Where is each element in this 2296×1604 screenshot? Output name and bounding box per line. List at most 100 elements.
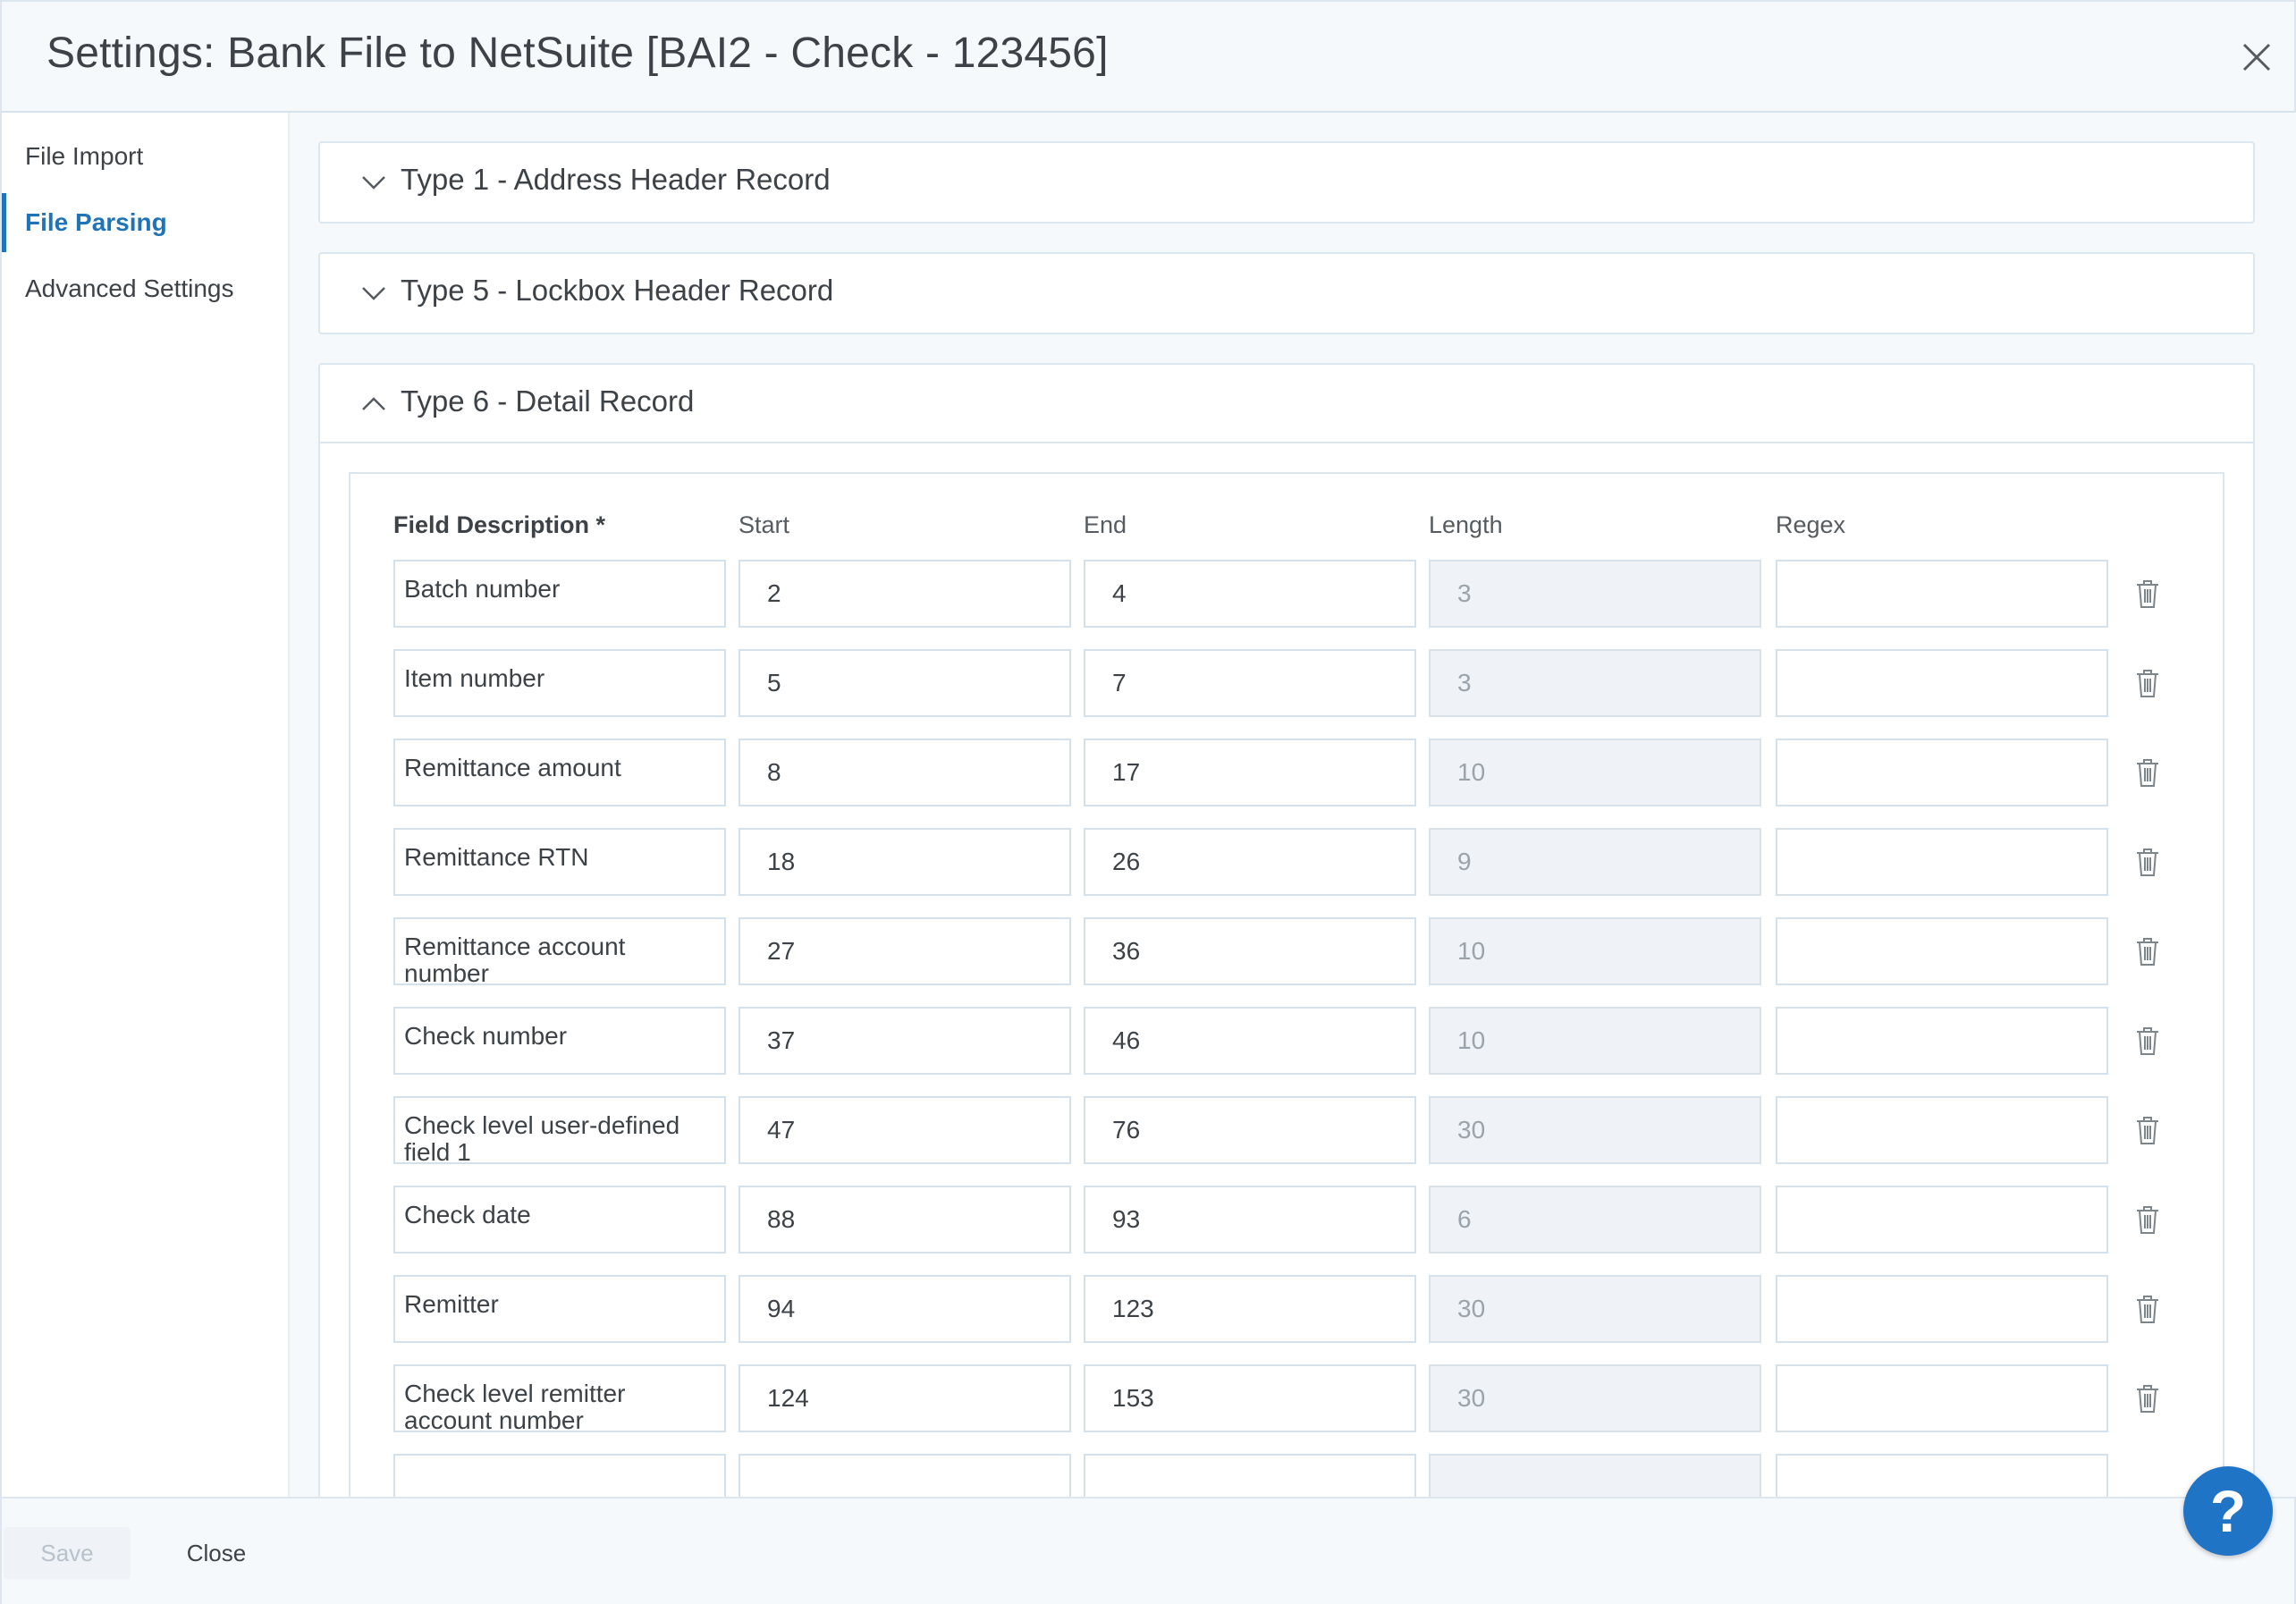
column-header-end: End bbox=[1084, 511, 1127, 538]
end-input[interactable] bbox=[1084, 1454, 1416, 1497]
panel-title: Type 1 - Address Header Record bbox=[401, 163, 831, 196]
start-input[interactable]: 47 bbox=[739, 1096, 1071, 1164]
end-input[interactable]: 17 bbox=[1084, 739, 1416, 806]
panel-title: Type 5 - Lockbox Header Record bbox=[401, 274, 834, 307]
start-input[interactable] bbox=[739, 1454, 1071, 1497]
regex-input[interactable] bbox=[1776, 739, 2108, 806]
start-input[interactable]: 18 bbox=[739, 828, 1071, 896]
regex-input[interactable] bbox=[1776, 1454, 2108, 1497]
chevron-down-icon bbox=[356, 275, 392, 311]
regex-input[interactable] bbox=[1776, 1096, 2108, 1164]
start-input[interactable]: 5 bbox=[739, 649, 1071, 717]
trash-icon[interactable] bbox=[2130, 755, 2165, 790]
panel-header-type-5[interactable]: Type 5 - Lockbox Header Record bbox=[320, 254, 2253, 333]
table-row: Item number 5 7 3 bbox=[350, 649, 2223, 717]
field-description-input[interactable]: Batch number bbox=[393, 560, 726, 628]
regex-input[interactable] bbox=[1776, 649, 2108, 717]
trash-icon[interactable] bbox=[2130, 665, 2165, 701]
panel-type-6: Type 6 - Detail Record Field Description… bbox=[318, 363, 2255, 1497]
table-row: Remittance account number 27 36 10 bbox=[350, 917, 2223, 985]
start-input[interactable]: 124 bbox=[739, 1364, 1071, 1432]
end-input[interactable]: 26 bbox=[1084, 828, 1416, 896]
length-field: 30 bbox=[1429, 1364, 1761, 1432]
length-field bbox=[1429, 1454, 1761, 1497]
regex-input[interactable] bbox=[1776, 917, 2108, 985]
trash-icon[interactable] bbox=[2130, 1202, 2165, 1237]
close-icon[interactable] bbox=[2233, 34, 2280, 80]
field-description-input[interactable]: Check level user-defined field 1 bbox=[393, 1096, 726, 1164]
length-field: 10 bbox=[1429, 1007, 1761, 1075]
field-description-input[interactable]: Remittance amount bbox=[393, 739, 726, 806]
regex-input[interactable] bbox=[1776, 828, 2108, 896]
start-input[interactable]: 8 bbox=[739, 739, 1071, 806]
column-header-description: Field Description * bbox=[393, 511, 606, 538]
start-input[interactable]: 94 bbox=[739, 1275, 1071, 1343]
end-input[interactable]: 153 bbox=[1084, 1364, 1416, 1432]
trash-icon[interactable] bbox=[2130, 1380, 2165, 1416]
trash-icon[interactable] bbox=[2130, 1023, 2165, 1059]
regex-input[interactable] bbox=[1776, 560, 2108, 628]
end-input[interactable]: 4 bbox=[1084, 560, 1416, 628]
end-input[interactable]: 46 bbox=[1084, 1007, 1416, 1075]
trash-icon[interactable] bbox=[2130, 933, 2165, 969]
field-table: Field Description * Start End Length Reg… bbox=[349, 472, 2224, 1497]
start-input[interactable]: 27 bbox=[739, 917, 1071, 985]
start-input[interactable]: 88 bbox=[739, 1186, 1071, 1254]
help-button[interactable]: ? bbox=[2183, 1466, 2273, 1556]
panel-type-1: Type 1 - Address Header Record bbox=[318, 141, 2255, 224]
field-description-input[interactable]: Check date bbox=[393, 1186, 726, 1254]
column-header-length: Length bbox=[1429, 511, 1503, 538]
field-description-input[interactable] bbox=[393, 1454, 726, 1497]
end-input[interactable]: 123 bbox=[1084, 1275, 1416, 1343]
column-header-regex: Regex bbox=[1776, 511, 1846, 538]
regex-input[interactable] bbox=[1776, 1007, 2108, 1075]
table-row: Check level user-defined field 1 47 76 30 bbox=[350, 1096, 2223, 1164]
trash-icon[interactable] bbox=[2130, 844, 2165, 880]
settings-modal: Settings: Bank File to NetSuite [BAI2 - … bbox=[0, 0, 2296, 1604]
sidebar-item-file-parsing[interactable]: File Parsing bbox=[2, 193, 288, 252]
table-row: Check number 37 46 10 bbox=[350, 1007, 2223, 1075]
end-input[interactable]: 7 bbox=[1084, 649, 1416, 717]
sidebar-item-advanced-settings[interactable]: Advanced Settings bbox=[2, 259, 288, 318]
save-button[interactable]: Save bbox=[4, 1527, 131, 1579]
end-input[interactable]: 76 bbox=[1084, 1096, 1416, 1164]
modal-header: Settings: Bank File to NetSuite [BAI2 - … bbox=[2, 2, 2294, 113]
length-field: 9 bbox=[1429, 828, 1761, 896]
length-field: 6 bbox=[1429, 1186, 1761, 1254]
regex-input[interactable] bbox=[1776, 1275, 2108, 1343]
length-field: 3 bbox=[1429, 560, 1761, 628]
regex-input[interactable] bbox=[1776, 1186, 2108, 1254]
chevron-up-icon bbox=[356, 386, 392, 422]
field-description-input[interactable]: Check number bbox=[393, 1007, 726, 1075]
modal-footer: Save Close bbox=[2, 1497, 2294, 1604]
field-description-input[interactable]: Item number bbox=[393, 649, 726, 717]
length-field: 30 bbox=[1429, 1096, 1761, 1164]
length-field: 10 bbox=[1429, 739, 1761, 806]
panel-header-type-1[interactable]: Type 1 - Address Header Record bbox=[320, 143, 2253, 222]
column-header-start: Start bbox=[739, 511, 790, 538]
sidebar-item-file-import[interactable]: File Import bbox=[2, 127, 288, 186]
field-description-input[interactable]: Remittance account number bbox=[393, 917, 726, 985]
settings-content: Type 1 - Address Header Record Type 5 - … bbox=[290, 113, 2296, 1497]
close-button[interactable]: Close bbox=[161, 1527, 272, 1579]
table-row: Check date 88 93 6 bbox=[350, 1186, 2223, 1254]
panel-title: Type 6 - Detail Record bbox=[401, 384, 695, 418]
panel-divider bbox=[320, 442, 2253, 443]
end-input[interactable]: 93 bbox=[1084, 1186, 1416, 1254]
field-description-input[interactable]: Remitter bbox=[393, 1275, 726, 1343]
field-description-input[interactable]: Check level remitter account number bbox=[393, 1364, 726, 1432]
start-input[interactable]: 2 bbox=[739, 560, 1071, 628]
start-input[interactable]: 37 bbox=[739, 1007, 1071, 1075]
regex-input[interactable] bbox=[1776, 1364, 2108, 1432]
trash-icon[interactable] bbox=[2130, 1112, 2165, 1148]
field-description-input[interactable]: Remittance RTN bbox=[393, 828, 726, 896]
end-input[interactable]: 36 bbox=[1084, 917, 1416, 985]
modal-title: Settings: Bank File to NetSuite [BAI2 - … bbox=[46, 30, 1109, 77]
table-row: Remittance amount 8 17 10 bbox=[350, 739, 2223, 806]
panel-type-5: Type 5 - Lockbox Header Record bbox=[318, 252, 2255, 334]
table-row bbox=[350, 1454, 2223, 1497]
settings-sidebar: File Import File Parsing Advanced Settin… bbox=[2, 113, 290, 1497]
trash-icon[interactable] bbox=[2130, 1291, 2165, 1327]
trash-icon[interactable] bbox=[2130, 576, 2165, 612]
panel-header-type-6[interactable]: Type 6 - Detail Record bbox=[320, 365, 2253, 443]
